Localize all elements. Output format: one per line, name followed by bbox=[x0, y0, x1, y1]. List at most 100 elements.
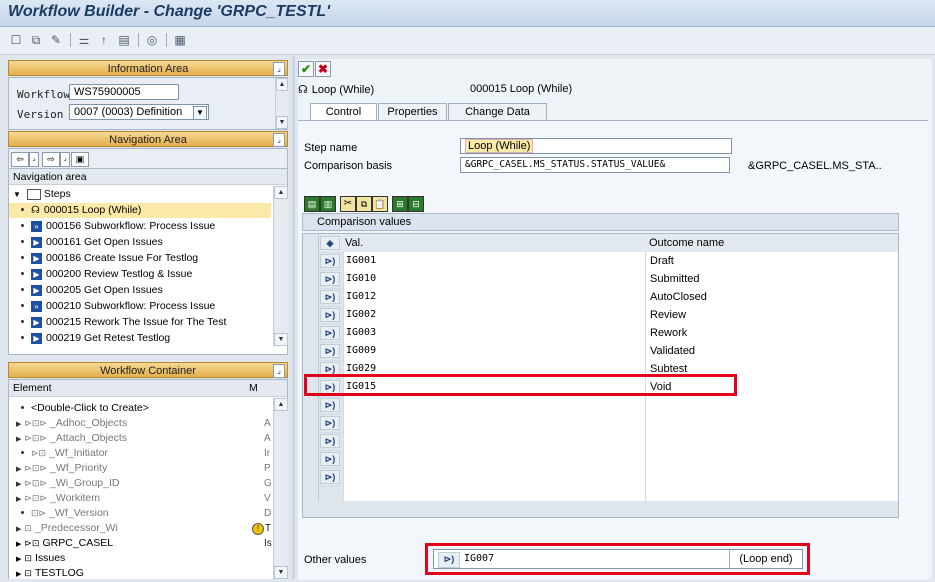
table-row[interactable]: ⊳) IG003 Rework bbox=[303, 324, 898, 343]
container-item[interactable]: ⊡⊳ _Wf_Version bbox=[13, 506, 109, 521]
table-row-empty[interactable]: ⊳) bbox=[303, 414, 898, 433]
nav-scrollbar[interactable]: ▲ ▼ bbox=[273, 186, 288, 346]
value-help-icon[interactable]: ⊳) bbox=[320, 344, 340, 358]
container-item[interactable]: ▶ ⊳⊡⊳ _Wf_Priority bbox=[13, 461, 107, 476]
tree-item-step-215[interactable]: ▶ 000215 Rework The Issue for The Test bbox=[13, 315, 269, 330]
container-item[interactable]: ▶ ⊡ Issues bbox=[13, 551, 65, 566]
value-help-icon[interactable]: ⊳) bbox=[320, 254, 340, 268]
workflow-field[interactable]: WS75900005 bbox=[69, 84, 179, 100]
delete-block-icon[interactable]: ⊟ bbox=[408, 196, 424, 212]
scroll-up-icon[interactable]: ▲ bbox=[274, 186, 288, 199]
expand-icon[interactable]: ▶ bbox=[16, 571, 21, 578]
scroll-down-icon[interactable]: ▼ bbox=[274, 566, 288, 579]
expand-icon[interactable]: ▶ bbox=[16, 436, 21, 443]
col-val[interactable]: Val. bbox=[345, 234, 363, 252]
container-item-create[interactable]: <Double-Click to Create> bbox=[13, 401, 149, 416]
tab-properties[interactable]: Properties bbox=[378, 103, 447, 120]
tree-item-step-15[interactable]: ☊ 000015 Loop (While) bbox=[9, 203, 271, 218]
copy-icon[interactable]: ⧉ bbox=[356, 196, 372, 212]
splitter[interactable] bbox=[292, 56, 295, 579]
container-item[interactable]: ▶ ⊳⊡ GRPC_CASEL bbox=[13, 536, 113, 551]
col-m[interactable]: M bbox=[249, 380, 258, 396]
container-item[interactable]: ▶ ⊡ _Predecessor_Wi bbox=[13, 521, 118, 536]
scroll-up-icon[interactable]: ▲ bbox=[276, 78, 288, 91]
paste-icon[interactable]: 📋 bbox=[372, 196, 388, 212]
tree-item-step-156[interactable]: » 000156 Subworkflow: Process Issue bbox=[13, 219, 215, 234]
table-row[interactable]: ⊳) IG012 AutoClosed bbox=[303, 288, 898, 307]
delete-row-icon[interactable]: ▥ bbox=[320, 196, 336, 212]
tree-item-step-161[interactable]: ▶ 000161 Get Open Issues bbox=[13, 235, 163, 250]
scroll-down-icon[interactable]: ▼ bbox=[276, 116, 288, 129]
collapse-icon[interactable]: ⌟ bbox=[273, 133, 285, 147]
table-row-empty[interactable]: ⊳) bbox=[303, 468, 898, 487]
value-help-icon[interactable]: ⊳) bbox=[320, 272, 340, 286]
dropdown-icon[interactable]: ⌟ bbox=[60, 152, 70, 167]
comparison-basis-field[interactable]: &GRPC_CASEL.MS_STATUS.STATUS_VALUE& bbox=[460, 157, 730, 173]
tab-change-data[interactable]: Change Data bbox=[448, 103, 547, 120]
expand-icon[interactable]: ▶ bbox=[16, 541, 21, 548]
expand-icon[interactable]: ▶ bbox=[16, 556, 21, 563]
table-row-empty[interactable]: ⊳) bbox=[303, 396, 898, 415]
tree-item-step-186[interactable]: ▶ 000186 Create Issue For Testlog bbox=[13, 251, 198, 266]
confirm-icon[interactable]: ✔ bbox=[298, 61, 314, 77]
table-settings-icon[interactable]: ◈ bbox=[320, 236, 340, 250]
tree-item-step-210[interactable]: » 000210 Subworkflow: Process Issue bbox=[13, 299, 215, 314]
expand-icon[interactable]: ▶ bbox=[16, 466, 21, 473]
up-icon[interactable]: ↑ bbox=[96, 32, 112, 48]
cut-icon[interactable]: ✂ bbox=[340, 196, 356, 212]
pen-icon[interactable]: ✎ bbox=[48, 32, 64, 48]
tree-icon[interactable]: ⚌ bbox=[76, 32, 92, 48]
col-outcome[interactable]: Outcome name bbox=[649, 234, 724, 252]
collapse-icon[interactable]: ⌟ bbox=[273, 364, 285, 378]
value-help-icon[interactable]: ⊳) bbox=[320, 290, 340, 304]
overview-icon[interactable]: ▣ bbox=[71, 152, 89, 167]
scroll-up-icon[interactable]: ▲ bbox=[274, 398, 288, 411]
col-element[interactable]: Element bbox=[13, 380, 52, 396]
scroll-down-icon[interactable]: ▼ bbox=[274, 333, 288, 346]
tree-item-step-219[interactable]: ▶ 000219 Get Retest Testlog bbox=[13, 331, 170, 346]
value-help-icon[interactable]: ⊳) bbox=[320, 452, 340, 466]
value-help-icon[interactable]: ⊳) bbox=[320, 416, 340, 430]
value-help-icon[interactable]: ⊳) bbox=[320, 434, 340, 448]
value-help-icon[interactable]: ⊳) bbox=[320, 398, 340, 412]
expand-icon[interactable]: ▶ bbox=[16, 496, 21, 503]
expand-icon[interactable]: ▶ bbox=[16, 526, 21, 533]
new-icon[interactable]: ☐ bbox=[8, 32, 24, 48]
tree-root-steps[interactable]: ▼ Steps bbox=[13, 187, 71, 202]
info-scrollbar[interactable]: ▲ ▼ bbox=[275, 78, 288, 129]
chevron-down-icon[interactable]: ▼ bbox=[193, 106, 207, 119]
grid-icon[interactable]: ▦ bbox=[172, 32, 188, 48]
step-name-field[interactable]: Loop (While) bbox=[460, 138, 732, 154]
insert-block-icon[interactable]: ⊞ bbox=[392, 196, 408, 212]
forward-icon[interactable]: ⇨ bbox=[42, 152, 60, 167]
tab-control[interactable]: Control bbox=[310, 103, 377, 120]
container-item[interactable]: ▶ ⊳⊡⊳ _Adhoc_Objects bbox=[13, 416, 127, 431]
container-item[interactable]: ▶ ⊳⊡⊳ _Wi_Group_ID bbox=[13, 476, 119, 491]
value-help-icon[interactable]: ⊳) bbox=[320, 470, 340, 484]
table-row[interactable]: ⊳) IG002 Review bbox=[303, 306, 898, 325]
tree-item-step-200[interactable]: ▶ 000200 Review Testlog & Issue bbox=[13, 267, 192, 282]
table-row-empty[interactable]: ⊳) bbox=[303, 432, 898, 451]
table-row[interactable]: ⊳) IG001 Draft bbox=[303, 252, 898, 271]
cancel-icon[interactable]: ✖ bbox=[315, 61, 331, 77]
value-help-icon[interactable]: ⊳) bbox=[320, 308, 340, 322]
tree-item-step-205[interactable]: ▶ 000205 Get Open Issues bbox=[13, 283, 163, 298]
container-item[interactable]: ⊳⊡ _Wf_Initiator bbox=[13, 446, 108, 461]
layout-icon[interactable]: ▤ bbox=[116, 32, 132, 48]
container-scrollbar[interactable]: ▲ ▼ bbox=[273, 398, 288, 580]
version-select[interactable]: 0007 (0003) Definition ▼ bbox=[69, 104, 209, 120]
container-item[interactable]: ▶ ⊳⊡⊳ _Attach_Objects bbox=[13, 431, 127, 446]
expand-icon[interactable]: ▶ bbox=[16, 481, 21, 488]
copy-icon[interactable]: ⧉ bbox=[28, 32, 44, 48]
dropdown-icon[interactable]: ⌟ bbox=[29, 152, 39, 167]
expand-icon[interactable]: ▼ bbox=[13, 190, 21, 199]
value-help-icon[interactable]: ⊳) bbox=[320, 326, 340, 340]
binoculars-icon[interactable]: ◎ bbox=[144, 32, 160, 48]
table-row[interactable]: ⊳) IG010 Submitted bbox=[303, 270, 898, 289]
table-row[interactable]: ⊳) IG009 Validated bbox=[303, 342, 898, 361]
insert-row-icon[interactable]: ▤ bbox=[304, 196, 320, 212]
container-item[interactable]: ▶ ⊳⊡⊳ _Workitem bbox=[13, 491, 100, 506]
back-icon[interactable]: ⇦ bbox=[11, 152, 29, 167]
expand-icon[interactable]: ▶ bbox=[16, 421, 21, 428]
table-row-empty[interactable]: ⊳) bbox=[303, 450, 898, 469]
